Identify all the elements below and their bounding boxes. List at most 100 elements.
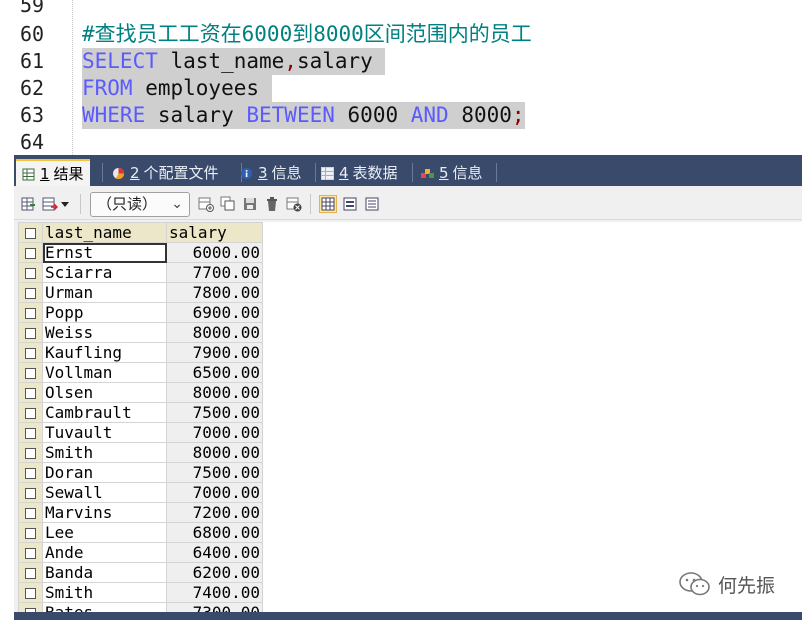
- cell-salary[interactable]: 6800.00: [166, 522, 263, 543]
- cell-salary[interactable]: 8000.00: [166, 382, 263, 403]
- row-checkbox[interactable]: [18, 362, 43, 383]
- row-checkbox[interactable]: [18, 382, 43, 403]
- table-row[interactable]: Ernst 6000.00: [18, 242, 263, 263]
- cell-salary[interactable]: 7400.00: [166, 582, 263, 603]
- row-checkbox[interactable]: [18, 242, 43, 263]
- trash-icon[interactable]: [264, 196, 280, 212]
- save-icon[interactable]: [242, 196, 258, 212]
- editor-line[interactable]: 60 #查找员工工资在6000到8000区间范围内的员工: [0, 21, 802, 48]
- cell-last-name[interactable]: Banda: [42, 562, 167, 583]
- row-checkbox[interactable]: [18, 302, 43, 323]
- cell-salary[interactable]: 8000.00: [166, 442, 263, 463]
- cell-last-name[interactable]: Smith: [42, 582, 167, 603]
- cell-salary[interactable]: 8000.00: [166, 322, 263, 343]
- table-row[interactable]: Urman 7800.00: [18, 282, 263, 303]
- cell-last-name[interactable]: Tuvault: [42, 422, 167, 443]
- row-checkbox[interactable]: [18, 582, 43, 603]
- table-row[interactable]: Marvins 7200.00: [18, 502, 263, 523]
- cell-salary[interactable]: 7000.00: [166, 482, 263, 503]
- tab-result[interactable]: 1 结果: [16, 159, 90, 186]
- column-header-salary[interactable]: salary: [166, 222, 263, 243]
- table-row[interactable]: Ande 6400.00: [18, 542, 263, 563]
- chevron-down-icon: ⌄: [171, 196, 183, 212]
- cell-salary[interactable]: 6400.00: [166, 542, 263, 563]
- editor-line[interactable]: 59: [0, 0, 802, 19]
- row-checkbox[interactable]: [18, 262, 43, 283]
- tab-table-data[interactable]: 4 表数据: [315, 159, 404, 186]
- table-row[interactable]: Weiss 8000.00: [18, 322, 263, 343]
- cell-last-name[interactable]: Sewall: [42, 482, 167, 503]
- cell-salary[interactable]: 6500.00: [166, 362, 263, 383]
- row-checkbox[interactable]: [18, 442, 43, 463]
- export-icon[interactable]: [20, 196, 36, 212]
- cell-last-name[interactable]: Vollman: [42, 362, 167, 383]
- row-checkbox[interactable]: [18, 522, 43, 543]
- cell-last-name[interactable]: Doran: [42, 462, 167, 483]
- table-row[interactable]: Lee 6800.00: [18, 522, 263, 543]
- import-icon[interactable]: [42, 196, 59, 212]
- cell-last-name[interactable]: Ande: [42, 542, 167, 563]
- table-row[interactable]: Smith 8000.00: [18, 442, 263, 463]
- cell-last-name[interactable]: Cambrault: [42, 402, 167, 423]
- cell-salary[interactable]: 7800.00: [166, 282, 263, 303]
- cell-last-name[interactable]: Sciarra: [42, 262, 167, 283]
- row-checkbox[interactable]: [18, 542, 43, 563]
- editor-line[interactable]: 62 FROM employees: [0, 75, 802, 102]
- row-checkbox[interactable]: [18, 482, 43, 503]
- cell-salary[interactable]: 7000.00: [166, 422, 263, 443]
- cell-salary[interactable]: 7500.00: [166, 462, 263, 483]
- table-row[interactable]: Banda 6200.00: [18, 562, 263, 583]
- table-row[interactable]: Doran 7500.00: [18, 462, 263, 483]
- row-checkbox[interactable]: [18, 322, 43, 343]
- tab-profile[interactable]: 2 个配置文件: [106, 159, 225, 186]
- duplicate-row-icon[interactable]: [220, 196, 236, 212]
- cell-last-name[interactable]: Weiss: [42, 322, 167, 343]
- table-row[interactable]: Kaufling 7900.00: [18, 342, 263, 363]
- row-checkbox[interactable]: [18, 282, 43, 303]
- editor-line[interactable]: 64: [0, 129, 802, 155]
- row-checkbox[interactable]: [18, 502, 43, 523]
- cell-last-name[interactable]: Popp: [42, 302, 167, 323]
- add-row-icon[interactable]: [198, 196, 214, 212]
- cell-last-name[interactable]: Kaufling: [42, 342, 167, 363]
- tab-info[interactable]: 3 信息: [234, 159, 308, 186]
- table-row[interactable]: Cambrault 7500.00: [18, 402, 263, 423]
- cell-last-name[interactable]: Ernst: [42, 242, 167, 263]
- grid-view-icon[interactable]: [319, 195, 337, 213]
- text-view-icon[interactable]: [364, 196, 380, 212]
- table-row[interactable]: Sewall 7000.00: [18, 482, 263, 503]
- cell-salary[interactable]: 7700.00: [166, 262, 263, 283]
- editor-line[interactable]: 61 SELECT last_name,salary: [0, 48, 802, 75]
- read-only-mode-select[interactable]: （只读） ⌄: [90, 192, 190, 217]
- select-all-checkbox[interactable]: [18, 222, 43, 243]
- chevron-down-icon[interactable]: [60, 196, 70, 212]
- table-row[interactable]: Smith 7400.00: [18, 582, 263, 603]
- cell-last-name[interactable]: Marvins: [42, 502, 167, 523]
- table-row[interactable]: Sciarra 7700.00: [18, 262, 263, 283]
- cell-salary[interactable]: 7200.00: [166, 502, 263, 523]
- row-checkbox[interactable]: [18, 462, 43, 483]
- discard-changes-icon[interactable]: [286, 196, 302, 212]
- row-checkbox[interactable]: [18, 562, 43, 583]
- row-checkbox[interactable]: [18, 422, 43, 443]
- cell-last-name[interactable]: Smith: [42, 442, 167, 463]
- cell-salary[interactable]: 6900.00: [166, 302, 263, 323]
- cell-salary[interactable]: 7500.00: [166, 402, 263, 423]
- cell-last-name[interactable]: Olsen: [42, 382, 167, 403]
- cell-last-name[interactable]: Urman: [42, 282, 167, 303]
- cell-salary[interactable]: 6000.00: [166, 242, 263, 263]
- cell-salary[interactable]: 6200.00: [166, 562, 263, 583]
- cell-last-name[interactable]: Lee: [42, 522, 167, 543]
- row-checkbox[interactable]: [18, 402, 43, 423]
- table-row[interactable]: Popp 6900.00: [18, 302, 263, 323]
- editor-line[interactable]: 63 WHERE salary BETWEEN 6000 AND 8000;: [0, 102, 802, 129]
- tab-history[interactable]: 5 信息: [415, 159, 489, 186]
- table-row[interactable]: Vollman 6500.00: [18, 362, 263, 383]
- column-header-last-name[interactable]: last_name: [42, 222, 167, 243]
- form-view-icon[interactable]: [342, 196, 358, 212]
- table-row[interactable]: Tuvault 7000.00: [18, 422, 263, 443]
- row-checkbox[interactable]: [18, 342, 43, 363]
- sql-editor[interactable]: 59 60 #查找员工工资在6000到8000区间范围内的员工 61 SELEC…: [0, 0, 802, 155]
- cell-salary[interactable]: 7900.00: [166, 342, 263, 363]
- table-row[interactable]: Olsen 8000.00: [18, 382, 263, 403]
